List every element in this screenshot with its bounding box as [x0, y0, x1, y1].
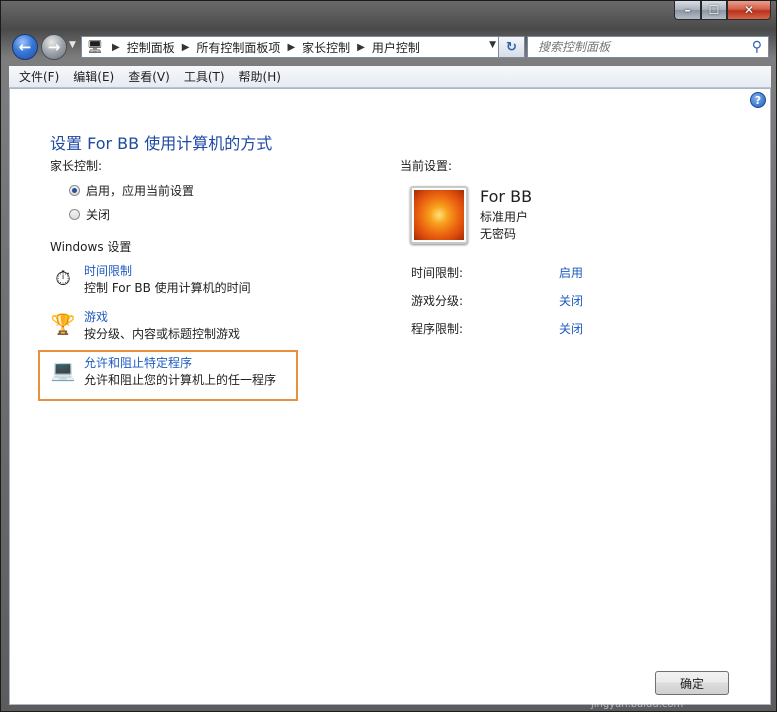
caption-buttons: – ☐ ✕ — [674, 1, 771, 20]
forward-button[interactable]: → — [41, 34, 67, 60]
task-allow-block-programs: 💻 允许和阻止特定程序 允许和阻止您的计算机上的任一程序 — [50, 355, 276, 389]
back-button[interactable]: ← — [12, 34, 38, 60]
minimize-icon: – — [684, 3, 691, 17]
radio-on[interactable] — [69, 185, 80, 196]
maximize-button[interactable]: ☐ — [701, 1, 727, 20]
address-bar[interactable]: 🖥 ▶ 控制面板 ▶ 所有控制面板项 ▶ 家长控制 ▶ 用户控制 ▼ — [81, 36, 499, 58]
chevron-right-icon[interactable]: ▶ — [112, 42, 120, 53]
ok-button[interactable]: 确定 — [655, 671, 729, 695]
parental-controls-label: 家长控制: — [50, 159, 103, 173]
menu-edit[interactable]: 编辑(E) — [66, 68, 121, 85]
chevron-right-icon[interactable]: ▶ — [287, 42, 295, 53]
page-title: 设置 For BB 使用计算机的方式 — [50, 134, 273, 153]
title-bar[interactable]: – ☐ ✕ — [1, 1, 777, 27]
menu-file[interactable]: 文件(F) — [12, 68, 66, 85]
refresh-icon: ↻ — [506, 39, 517, 55]
current-settings-label: 当前设置: — [400, 159, 453, 173]
breadcrumb-control-panel[interactable]: 控制面板 — [127, 39, 175, 56]
close-button[interactable]: ✕ — [727, 1, 771, 20]
time-limits-setting-value[interactable]: 启用 — [559, 264, 583, 281]
time-limits-setting-label: 时间限制: — [411, 266, 464, 280]
arrow-left-icon: ← — [18, 38, 32, 56]
games-link[interactable]: 游戏 — [84, 309, 240, 326]
menu-bar: 文件(F) 编辑(E) 查看(V) 工具(T) 帮助(H) — [9, 66, 771, 88]
radio-off-label[interactable]: 关闭 — [86, 206, 110, 223]
time-limits-link[interactable]: 时间限制 — [84, 263, 251, 280]
program-limits-setting-label: 程序限制: — [411, 322, 464, 336]
search-box[interactable]: ⚲ — [527, 36, 769, 58]
user-name: For BB — [480, 187, 533, 206]
menu-tools[interactable]: 工具(T) — [177, 68, 232, 85]
time-limits-description: 控制 For BB 使用计算机的时间 — [84, 281, 251, 295]
close-icon: ✕ — [743, 3, 755, 17]
menu-view[interactable]: 查看(V) — [121, 68, 177, 85]
chevron-right-icon[interactable]: ▶ — [357, 42, 365, 53]
address-dropdown-icon[interactable]: ▼ — [489, 40, 496, 50]
radio-on-label[interactable]: 启用，应用当前设置 — [86, 182, 194, 199]
stopwatch-icon[interactable]: ⏱ — [50, 263, 76, 293]
program-icon[interactable]: 💻 — [50, 355, 76, 385]
task-games: 🏆 游戏 按分级、内容或标题控制游戏 — [50, 309, 240, 343]
radio-on-option[interactable]: 启用，应用当前设置 — [69, 182, 194, 199]
content-area: ? 设置 For BB 使用计算机的方式 家长控制: 启用，应用当前设置 关闭 … — [9, 88, 771, 705]
menu-help[interactable]: 帮助(H) — [232, 68, 288, 85]
password-status: 无密码 — [480, 227, 517, 241]
breadcrumb-user-controls[interactable]: 用户控制 — [372, 39, 420, 56]
control-panel-icon: 🖥 — [86, 39, 104, 55]
recent-pages-dropdown-icon[interactable]: ▼ — [69, 40, 76, 50]
avatar — [410, 186, 468, 244]
search-input[interactable] — [538, 40, 738, 54]
arrow-right-icon: → — [47, 38, 61, 56]
program-limits-setting-value[interactable]: 关闭 — [559, 320, 583, 337]
allow-block-programs-link[interactable]: 允许和阻止特定程序 — [84, 355, 276, 372]
maximize-icon: ☐ — [708, 3, 720, 17]
breadcrumb-parental-controls[interactable]: 家长控制 — [302, 39, 350, 56]
refresh-button[interactable]: ↻ — [499, 36, 525, 58]
games-description: 按分级、内容或标题控制游戏 — [84, 327, 241, 341]
search-icon[interactable]: ⚲ — [752, 39, 762, 55]
account-type: 标准用户 — [480, 210, 529, 224]
breadcrumb-all-items[interactable]: 所有控制面板项 — [196, 39, 280, 56]
navigation-bar: ← → ▼ 🖥 ▶ 控制面板 ▶ 所有控制面板项 ▶ 家长控制 ▶ 用户控制 ▼… — [9, 31, 769, 63]
radio-off[interactable] — [69, 209, 80, 220]
chevron-right-icon[interactable]: ▶ — [182, 42, 190, 53]
help-icon[interactable]: ? — [750, 92, 766, 108]
trophy-icon[interactable]: 🏆 — [50, 309, 76, 339]
game-ratings-setting-value[interactable]: 关闭 — [559, 292, 583, 309]
windows-settings-label: Windows 设置 — [50, 240, 132, 254]
allow-block-programs-description: 允许和阻止您的计算机上的任一程序 — [84, 373, 277, 387]
minimize-button[interactable]: – — [674, 1, 701, 20]
task-time-limits: ⏱ 时间限制 控制 For BB 使用计算机的时间 — [50, 263, 251, 297]
game-ratings-setting-label: 游戏分级: — [411, 294, 464, 308]
control-panel-window: – ☐ ✕ ← → ▼ 🖥 ▶ 控制面板 ▶ 所有控制面板项 ▶ 家长控制 ▶ … — [0, 0, 777, 712]
radio-off-option[interactable]: 关闭 — [69, 206, 110, 223]
avatar-image — [414, 190, 464, 240]
